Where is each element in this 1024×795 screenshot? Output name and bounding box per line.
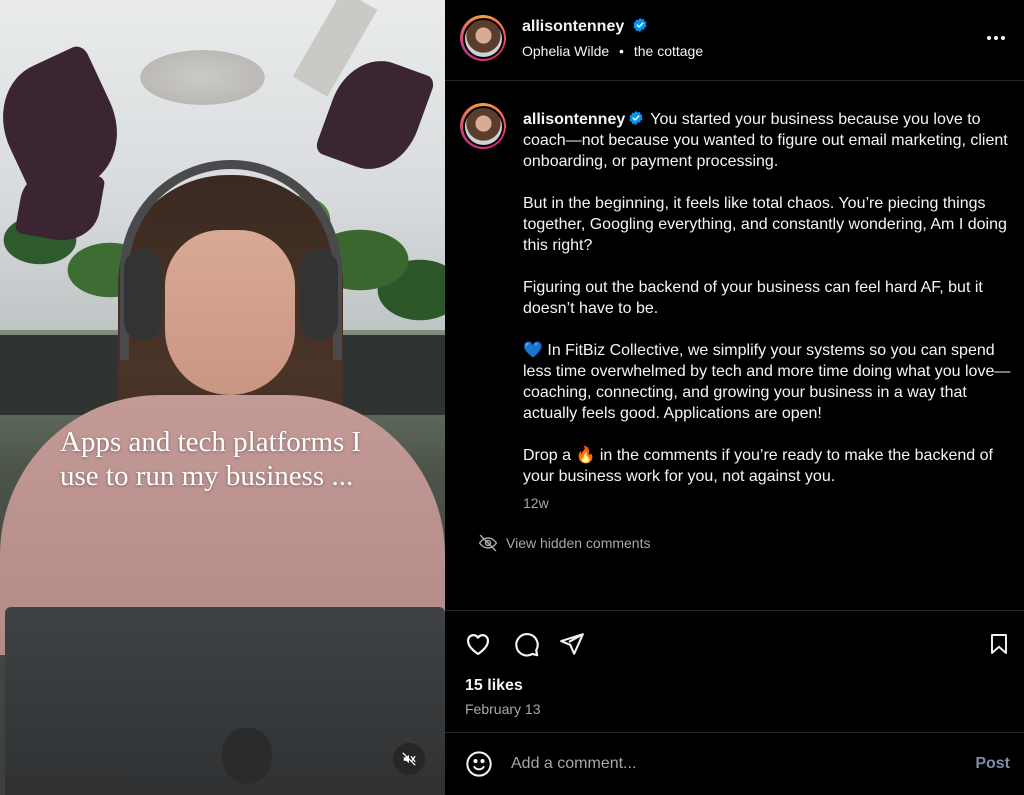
video-caption-line: use to run my business ... [60,460,354,492]
username-text: allisontenney [522,18,625,35]
bookmark-icon [991,634,1007,654]
view-hidden-comments-button[interactable]: View hidden comments [478,533,650,553]
post-video[interactable]: Apps and tech platforms I use to run my … [0,0,445,795]
headphone-cup [124,250,162,340]
save-button[interactable] [984,629,1014,659]
comment-bubble-icon [514,632,539,657]
more-options-button[interactable] [984,26,1008,50]
emoji-button[interactable] [465,750,493,778]
like-count[interactable]: 15 likes [465,677,523,695]
avatar[interactable] [460,15,506,61]
laptop-logo [222,728,272,784]
audio-artist-link[interactable]: Ophelia Wilde [522,43,609,59]
post-caption: allisontenney You started your business b… [445,82,1024,610]
like-button[interactable] [463,629,493,659]
avatar-photo [464,19,502,57]
caption-paragraph: Drop a 🔥 in the comments if you’re ready… [523,447,993,485]
caption-paragraph: 💙 In FitBiz Collective, we simplify your… [523,342,1011,422]
caption-paragraph: allisontenney You started your business b… [523,109,1013,172]
post-comment-button[interactable]: Post [975,755,1010,773]
video-caption: Apps and tech platforms I use to run my … [60,425,420,493]
eye-off-icon [478,534,498,552]
verified-badge-icon [629,111,643,125]
mute-button[interactable] [393,743,425,775]
caption-text: allisontenney You started your business b… [523,109,1013,487]
headphone-cup [300,250,338,340]
header-subtitle: Ophelia Wilde • the cottage [522,43,703,59]
ceiling-lamp [140,50,265,105]
caption-username[interactable]: allisontenney [523,111,644,128]
heart-icon [466,634,490,656]
post-date: February 13 [465,701,541,717]
hidden-comments-label: View hidden comments [506,535,651,551]
caption-paragraph: Figuring out the backend of your busines… [523,279,983,317]
location-link[interactable]: the cottage [634,43,703,59]
avatar-photo [464,107,502,145]
verified-badge-icon [633,18,647,32]
ellipsis-icon [987,36,1005,40]
post-header: allisontenney Ophelia Wilde • the cottag… [445,0,1024,81]
post-panel: allisontenney Ophelia Wilde • the cottag… [445,0,1024,795]
avatar[interactable] [460,103,506,149]
action-bar: 15 likes February 13 [445,610,1024,732]
paper-plane-icon [560,633,584,655]
share-button[interactable] [557,629,587,659]
video-caption-line: Apps and tech platforms I [60,426,362,458]
smiley-icon [466,751,492,777]
muted-speaker-icon [402,752,416,766]
separator-dot: • [619,43,624,59]
comment-button[interactable] [511,629,541,659]
comment-input[interactable] [511,751,941,777]
post-time-ago[interactable]: 12w [523,495,549,511]
caption-paragraph: But in the beginning, it feels like tota… [523,195,1007,254]
username-text: allisontenney [523,111,626,128]
header-username[interactable]: allisontenney [522,17,648,36]
add-comment-bar: Post [445,732,1024,795]
